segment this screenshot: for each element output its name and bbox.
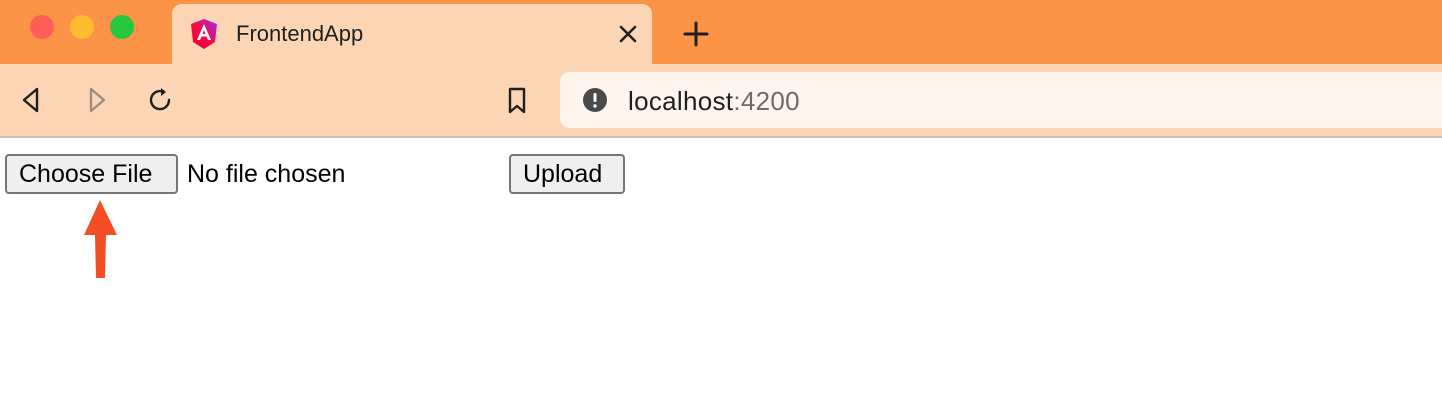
address-bar[interactable]: localhost:4200 — [560, 72, 1442, 128]
plus-icon[interactable] — [682, 20, 710, 48]
file-status-text: No file chosen — [187, 160, 346, 188]
choose-file-button[interactable]: Choose File — [5, 154, 178, 194]
reload-icon[interactable] — [145, 85, 175, 115]
browser-toolbar: localhost:4200 — [0, 64, 1442, 138]
bookmark-icon[interactable] — [502, 85, 532, 115]
annotation-arrow-icon — [84, 200, 117, 278]
tab-title: FrontendApp — [236, 21, 364, 46]
upload-button[interactable]: Upload — [509, 154, 625, 194]
url-port: :4200 — [733, 86, 800, 116]
browser-titlebar: FrontendApp — [0, 0, 1442, 64]
browser-tab-active[interactable]: FrontendApp — [172, 4, 652, 64]
url-text[interactable]: localhost:4200 — [628, 86, 800, 117]
angular-logo-icon — [191, 19, 217, 49]
back-arrow-icon[interactable] — [17, 85, 47, 115]
maximize-window-button[interactable] — [110, 15, 134, 39]
close-icon[interactable] — [616, 22, 640, 46]
close-window-button[interactable] — [30, 15, 54, 39]
forward-arrow-icon[interactable] — [81, 85, 111, 115]
page-content: Choose File No file chosen Upload — [0, 138, 1442, 412]
minimize-window-button[interactable] — [70, 15, 94, 39]
info-icon[interactable] — [582, 87, 608, 113]
url-host: localhost — [628, 86, 734, 116]
